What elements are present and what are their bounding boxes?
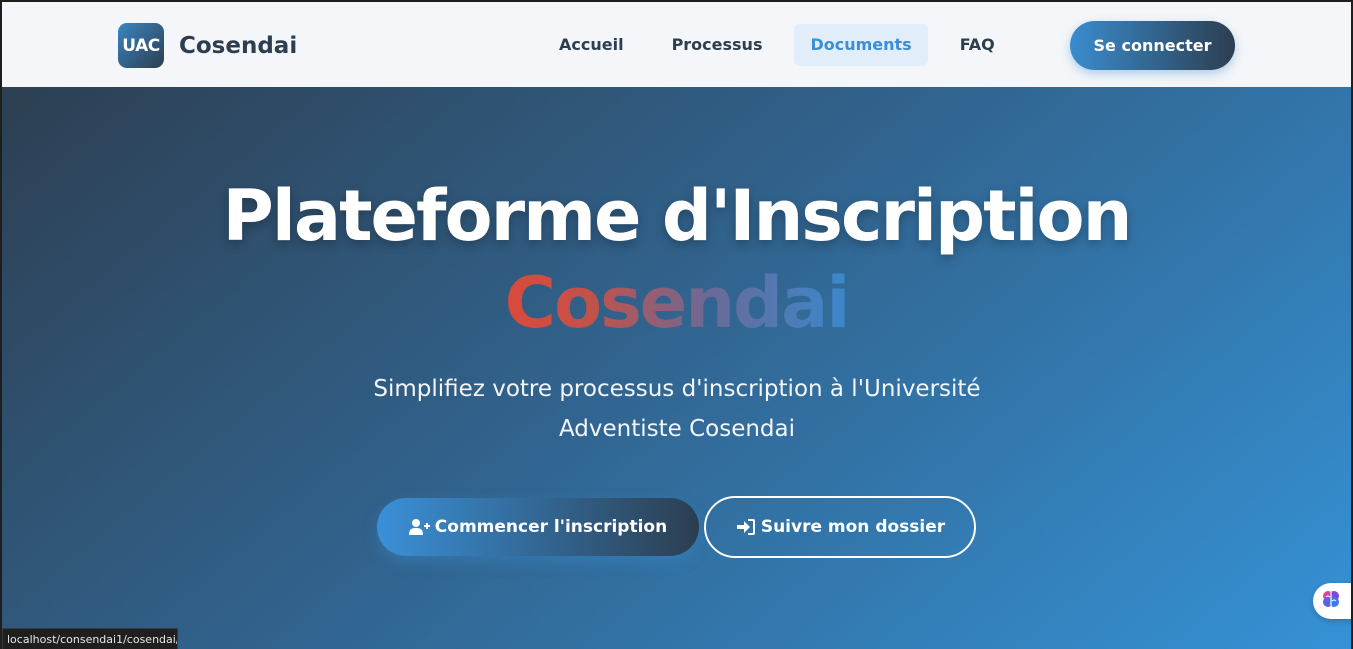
nav-link-faq[interactable]: FAQ bbox=[944, 24, 1011, 66]
user-plus-icon bbox=[408, 518, 431, 536]
login-button[interactable]: Se connecter bbox=[1070, 21, 1235, 70]
hero-highlight-text: Cosendai bbox=[504, 262, 851, 344]
start-registration-button[interactable]: Commencer l'inscription bbox=[377, 498, 699, 556]
navbar: UAC Cosendai Accueil Processus Documents… bbox=[2, 2, 1351, 87]
hero-highlight: Cosendai bbox=[2, 262, 1351, 344]
hero-subtitle: Simplifiez votre processus d'inscription… bbox=[342, 369, 1012, 449]
browser-status-url: localhost/consendai1/cosendai/ bbox=[2, 628, 178, 649]
floating-assistant-widget[interactable] bbox=[1313, 583, 1351, 619]
hero-subtitle-line2: Adventiste Cosendai bbox=[558, 416, 796, 442]
nav-link-processus[interactable]: Processus bbox=[656, 24, 779, 66]
hero-section: Plateforme d'Inscription Cosendai Simpli… bbox=[2, 87, 1351, 649]
nav-links: Accueil Processus Documents FAQ bbox=[543, 24, 1011, 66]
hero-title: Plateforme d'Inscription bbox=[222, 175, 1133, 257]
nav-link-documents[interactable]: Documents bbox=[794, 24, 928, 66]
nav-link-accueil[interactable]: Accueil bbox=[543, 24, 640, 66]
start-registration-label: Commencer l'inscription bbox=[434, 517, 668, 537]
brand[interactable]: UAC Cosendai bbox=[118, 23, 297, 68]
sign-in-icon bbox=[735, 518, 757, 536]
brain-icon bbox=[1321, 589, 1341, 613]
track-file-button[interactable]: Suivre mon dossier bbox=[704, 496, 976, 558]
brand-name[interactable]: Cosendai bbox=[179, 33, 297, 59]
track-file-label: Suivre mon dossier bbox=[760, 517, 946, 537]
browser-viewport: UAC Cosendai Accueil Processus Documents… bbox=[0, 0, 1353, 649]
brand-logo[interactable]: UAC bbox=[118, 23, 164, 68]
hero-subtitle-line1: Simplifiez votre processus d'inscription… bbox=[373, 376, 981, 402]
